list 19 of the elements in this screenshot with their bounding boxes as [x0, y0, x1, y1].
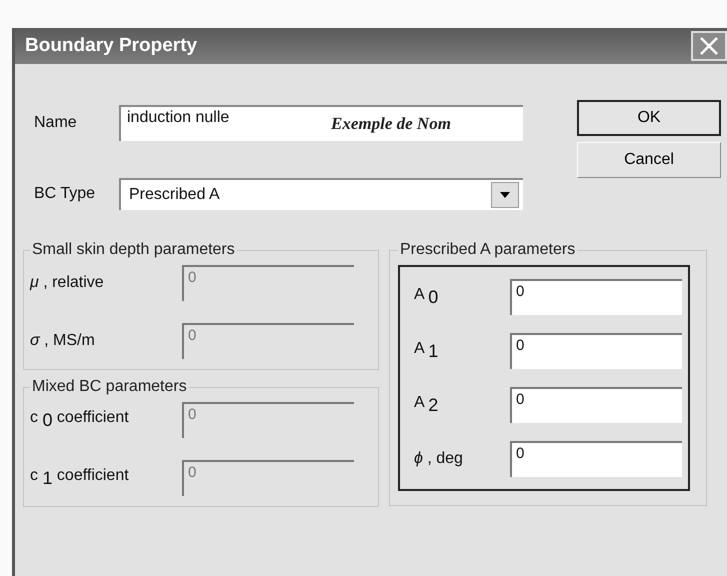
parameter-field[interactable]: 0 [510, 387, 682, 423]
dialog-button[interactable]: Cancel [577, 142, 721, 178]
group-title: Mixed BC parameters [31, 378, 188, 396]
field-label: Name [33, 114, 78, 132]
parameter-field[interactable]: 0 [510, 279, 682, 315]
close-button[interactable] [691, 31, 727, 61]
annotation-text: Exemple de Nom [331, 114, 451, 134]
parameter-field[interactable]: 0 [510, 333, 682, 369]
parameter-field[interactable]: 0 [510, 441, 682, 477]
parameter-label: μ , relative [30, 274, 105, 292]
close-icon [698, 36, 720, 56]
field-label: BC Type [33, 185, 96, 203]
group-title: Prescribed A parameters [399, 241, 576, 259]
parameter-label: σ , MS/m [30, 332, 96, 350]
parameter-label: ϕ , deg [414, 450, 464, 468]
dialog-button[interactable]: OK [577, 100, 721, 136]
window-title: Boundary Property [25, 35, 198, 57]
group-title: Small skin depth parameters [31, 241, 236, 259]
bc-type-dropdown[interactable]: Prescribed A [119, 178, 523, 210]
